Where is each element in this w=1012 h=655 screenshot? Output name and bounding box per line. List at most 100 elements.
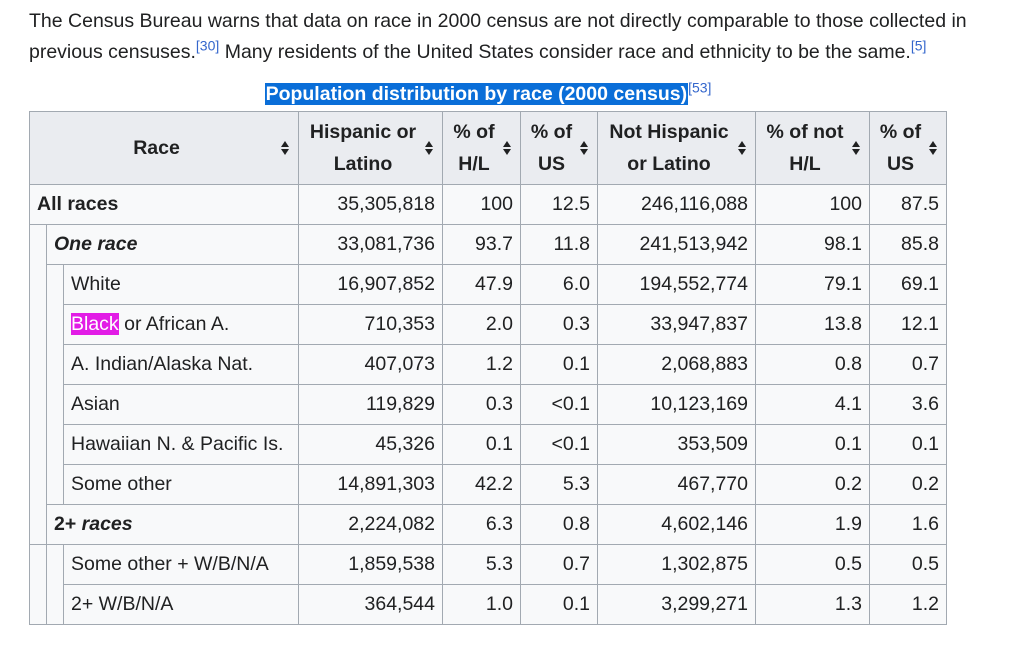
header-label-line1: % of	[453, 121, 495, 143]
sort-icon	[852, 141, 861, 155]
sort-icon	[281, 141, 290, 155]
pct-hl: 42.2	[442, 464, 521, 505]
hl-count: 14,891,303	[298, 464, 443, 505]
pct-hl: 100	[442, 184, 521, 225]
nhl-count: 2,068,883	[597, 344, 756, 385]
pct-us-hl: 12.5	[520, 184, 598, 225]
race-label-rest: races	[76, 513, 133, 535]
pct-us-hl: 5.3	[520, 464, 598, 505]
hl-count: 35,305,818	[298, 184, 443, 225]
sort-header-not-hispanic[interactable]: Not Hispanic or Latino	[597, 111, 756, 185]
pct-hl: 47.9	[442, 264, 521, 305]
header-label-line1: % of	[530, 121, 573, 143]
pct-hl: 0.1	[442, 424, 521, 465]
pct-us-hl: 0.3	[520, 304, 598, 345]
intro-paragraph: The Census Bureau warns that data on rac…	[29, 6, 1004, 68]
table-row: A. Indian/Alaska Nat. 407,073 1.2 0.1 2,…	[30, 344, 947, 385]
pct-us-nhl: 69.1	[869, 264, 947, 305]
citation-link-5[interactable]: [5]	[911, 38, 927, 54]
pct-hl: 0.3	[442, 384, 521, 425]
pct-hl: 6.3	[442, 504, 521, 545]
sort-header-pct-not-hl[interactable]: % of not H/L	[755, 111, 870, 185]
sort-header-pct-us-nhl[interactable]: % of US	[869, 111, 947, 185]
indent-spacer	[46, 264, 64, 505]
hl-count: 119,829	[298, 384, 443, 425]
pct-hl: 1.2	[442, 344, 521, 385]
race-label: 2+ races	[46, 504, 299, 545]
pct-nhl: 1.9	[755, 504, 870, 545]
indent-spacer	[46, 544, 64, 625]
pct-us-hl: 6.0	[520, 264, 598, 305]
pct-us-nhl: 1.2	[869, 584, 947, 625]
race-label-rest: or African A.	[118, 313, 230, 335]
header-label-line2: H/L	[458, 153, 490, 175]
pct-hl: 5.3	[442, 544, 521, 585]
race-label-prefix: 2+	[54, 513, 77, 535]
header-label-line2: H/L	[789, 153, 821, 175]
race-label: A. Indian/Alaska Nat.	[63, 344, 299, 385]
hl-count: 407,073	[298, 344, 443, 385]
pct-us-nhl: 0.5	[869, 544, 947, 585]
pct-nhl: 98.1	[755, 224, 870, 265]
sort-icon	[580, 141, 589, 155]
pct-nhl: 1.3	[755, 584, 870, 625]
caption-text-selected: Population distribution by race (2000 ce…	[264, 83, 689, 105]
hl-count: 16,907,852	[298, 264, 443, 305]
race-label: White	[63, 264, 299, 305]
pct-us-hl: <0.1	[520, 424, 598, 465]
header-label-line1: % of not	[766, 121, 844, 143]
pct-us-nhl: 1.6	[869, 504, 947, 545]
table-row: All races 35,305,818 100 12.5 246,116,08…	[29, 184, 947, 225]
sort-header-pct-us-hl[interactable]: % of US	[520, 111, 598, 185]
header-label-line1: % of	[879, 121, 922, 143]
pct-us-hl: 0.7	[520, 544, 598, 585]
citation-link-30[interactable]: [30]	[196, 38, 219, 54]
nhl-count: 246,116,088	[597, 184, 756, 225]
nhl-count: 467,770	[597, 464, 756, 505]
nhl-count: 10,123,169	[597, 384, 756, 425]
nhl-count: 241,513,942	[597, 224, 756, 265]
sort-icon	[929, 141, 938, 155]
indent-spacer	[29, 224, 47, 545]
pct-nhl: 0.2	[755, 464, 870, 505]
sort-header-pct-hl[interactable]: % of H/L	[442, 111, 521, 185]
hl-count: 45,326	[298, 424, 443, 465]
sort-icon	[503, 141, 512, 155]
pct-us-nhl: 12.1	[869, 304, 947, 345]
race-label: Some other + W/B/N/A	[63, 544, 299, 585]
header-label-line1: Not Hispanic	[609, 121, 729, 143]
hl-count: 710,353	[298, 304, 443, 345]
table-row: 2+ races 2,224,082 6.3 0.8 4,602,146 1.9…	[30, 504, 947, 545]
pct-us-hl: 11.8	[520, 224, 598, 265]
sort-header-race[interactable]: Race	[29, 111, 299, 185]
race-label: Some other	[63, 464, 299, 505]
hl-count: 1,859,538	[298, 544, 443, 585]
race-label: Asian	[63, 384, 299, 425]
table-row: White 16,907,852 47.9 6.0 194,552,774 79…	[30, 264, 947, 505]
hl-count: 33,081,736	[298, 224, 443, 265]
pct-us-hl: <0.1	[520, 384, 598, 425]
table-row: 2+ W/B/N/A 364,544 1.0 0.1 3,299,271 1.3…	[30, 584, 947, 625]
header-label-line2: US	[537, 153, 566, 175]
sort-header-hispanic[interactable]: Hispanic or Latino	[298, 111, 443, 185]
pct-nhl: 13.8	[755, 304, 870, 345]
pct-nhl: 0.5	[755, 544, 870, 585]
pct-hl: 2.0	[442, 304, 521, 345]
sort-icon	[425, 141, 434, 155]
race-label: Hawaiian N. & Pacific Is.	[63, 424, 299, 465]
pct-us-nhl: 85.8	[869, 224, 947, 265]
hl-count: 364,544	[298, 584, 443, 625]
nhl-count: 3,299,271	[597, 584, 756, 625]
pct-hl: 93.7	[442, 224, 521, 265]
population-table: Race Hispanic or Latino % of H/L % of US No…	[29, 111, 947, 625]
nhl-count: 1,302,875	[597, 544, 756, 585]
nhl-count: 33,947,837	[597, 304, 756, 345]
pct-hl: 1.0	[442, 584, 521, 625]
race-label: 2+ W/B/N/A	[63, 584, 299, 625]
citation-link-53[interactable]: [53]	[688, 80, 711, 96]
nhl-count: 194,552,774	[597, 264, 756, 305]
table-row: Asian 119,829 0.3 <0.1 10,123,169 4.1 3.…	[30, 384, 947, 425]
header-row: Race Hispanic or Latino % of H/L % of US No…	[29, 111, 947, 185]
header-label-line1: Hispanic or	[309, 121, 417, 143]
pct-nhl: 0.8	[755, 344, 870, 385]
